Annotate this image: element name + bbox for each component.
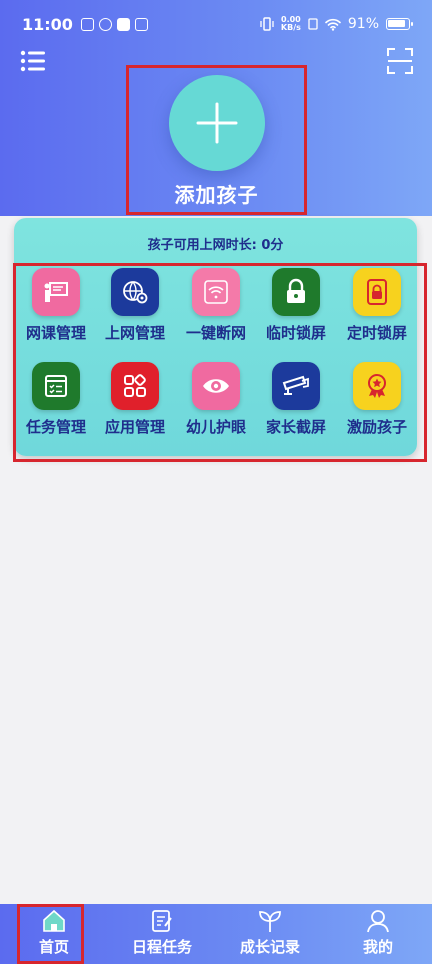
tab-profile[interactable]: 我的: [324, 904, 432, 964]
wifi-icon: [325, 18, 341, 31]
wifi-off-icon: [192, 268, 240, 316]
status-time: 11:00: [22, 14, 73, 34]
tile-internet-management[interactable]: 上网管理: [95, 268, 175, 343]
sprout-icon: [259, 911, 281, 932]
sim-icon: [308, 18, 318, 30]
tile-scheduled-lock[interactable]: 定时锁屏: [337, 268, 417, 343]
schedule-icon: [152, 910, 172, 932]
tile-label: 上网管理: [104, 324, 165, 342]
bottom-tab-bar: 首页 日程任务 成长记录 我的: [0, 904, 432, 964]
tab-home[interactable]: 首页: [0, 904, 108, 964]
tile-label: 激励孩子: [346, 418, 407, 436]
net-speed: 0.00 KB/s: [281, 16, 301, 32]
camera-icon: [272, 362, 320, 410]
tile-eye-protection[interactable]: 幼儿护眼: [176, 362, 256, 437]
tab-schedule[interactable]: 日程任务: [108, 904, 216, 964]
notification-icon: [80, 17, 94, 31]
notification-icon: [98, 17, 112, 31]
profile-icon: [367, 910, 389, 933]
net-speed-unit: KB/s: [280, 23, 301, 32]
eye-icon: [192, 362, 240, 410]
tile-disconnect-network[interactable]: 一键断网: [176, 268, 256, 343]
online-class-icon: [32, 268, 80, 316]
tile-label: 一键断网: [185, 324, 246, 342]
tile-label: 任务管理: [25, 418, 86, 436]
tile-online-class[interactable]: 网课管理: [16, 268, 96, 343]
tab-growth[interactable]: 成长记录: [216, 904, 324, 964]
tab-label: 成长记录: [239, 938, 300, 956]
usage-time-text: 孩子可用上网时长: 0分: [147, 238, 284, 253]
tile-label: 家长截屏: [265, 418, 326, 436]
home-icon: [43, 909, 65, 932]
tab-label: 我的: [362, 938, 393, 956]
hamburger-menu-icon[interactable]: [20, 50, 46, 72]
add-child-button[interactable]: 添加孩子: [126, 65, 307, 215]
tile-label: 幼儿护眼: [185, 418, 246, 436]
globe-settings-icon: [111, 268, 159, 316]
tile-label: 网课管理: [25, 324, 86, 342]
tile-app-management[interactable]: 应用管理: [95, 362, 175, 437]
tab-label: 首页: [38, 938, 69, 956]
tab-label: 日程任务: [131, 938, 192, 956]
tile-temporary-lock[interactable]: 临时锁屏: [256, 268, 336, 343]
timed-lock-icon: [353, 268, 401, 316]
tile-label: 临时锁屏: [265, 324, 326, 342]
lock-icon: [272, 268, 320, 316]
tile-task-management[interactable]: 任务管理: [16, 362, 96, 437]
mail-icon: [134, 17, 148, 31]
battery-icon: [386, 18, 413, 30]
status-bar: 11:00 0.00 KB/s 91%: [0, 0, 432, 48]
tile-label: 定时锁屏: [346, 324, 407, 342]
scan-icon[interactable]: [387, 48, 413, 74]
tile-label: 应用管理: [104, 418, 165, 436]
tile-parent-screenshot[interactable]: 家长截屏: [256, 362, 336, 437]
plus-icon: [168, 75, 265, 171]
medal-icon: [353, 362, 401, 410]
tile-reward-child[interactable]: 激励孩子: [337, 362, 417, 437]
task-list-icon: [32, 362, 80, 410]
tiktok-icon: [116, 17, 130, 31]
vibrate-icon: [260, 17, 274, 31]
battery-percent: 91%: [347, 16, 379, 32]
apps-icon: [111, 362, 159, 410]
add-child-label: 添加孩子: [174, 183, 259, 207]
